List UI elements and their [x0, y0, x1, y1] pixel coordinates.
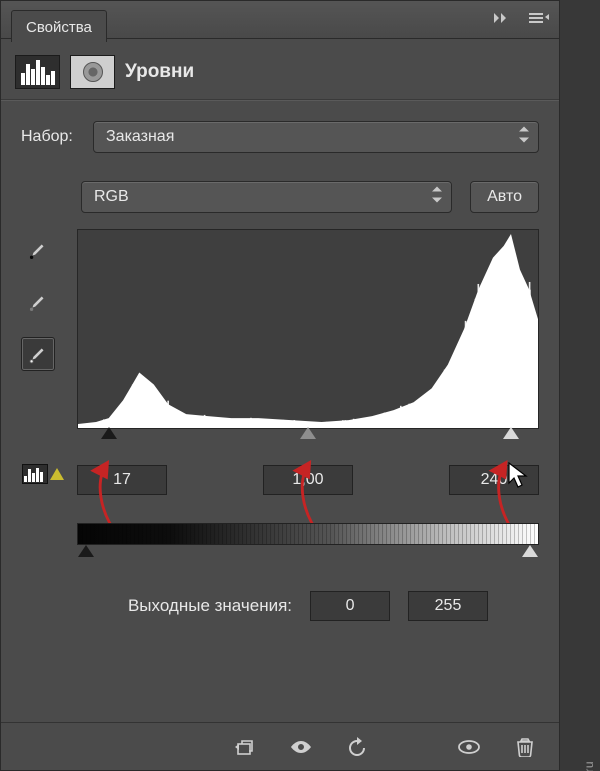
- output-gradient: [77, 523, 539, 545]
- output-black-handle[interactable]: [78, 545, 94, 557]
- panel-tab-properties[interactable]: Свойства: [11, 10, 107, 42]
- gamma-handle[interactable]: [300, 427, 316, 439]
- view-previous-state-icon[interactable]: [455, 733, 483, 761]
- gamma-input[interactable]: 1,00: [263, 465, 353, 495]
- panel-menu-icon[interactable]: [529, 10, 549, 29]
- input-slider-track[interactable]: [77, 427, 539, 443]
- channel-value: RGB: [94, 188, 129, 206]
- white-input[interactable]: 240: [449, 465, 539, 495]
- reset-icon[interactable]: [343, 733, 371, 761]
- black-point-handle[interactable]: [101, 427, 117, 439]
- trash-icon[interactable]: [511, 733, 539, 761]
- watermark: tulip-art.livemaster.ru: [582, 761, 596, 771]
- adjustment-title: Уровни: [125, 61, 194, 83]
- output-white-input[interactable]: 255: [408, 591, 488, 621]
- panel-footer: [1, 722, 559, 770]
- clip-to-layer-icon[interactable]: [231, 733, 259, 761]
- chevron-updown-icon: [431, 187, 443, 208]
- output-slider-track[interactable]: [77, 545, 539, 561]
- channel-select[interactable]: RGB: [81, 181, 452, 213]
- warning-icon: [50, 468, 64, 480]
- output-black-input[interactable]: 0: [310, 591, 390, 621]
- mask-thumb[interactable]: [70, 55, 115, 89]
- properties-panel: Свойства Уровни Набор: [0, 0, 560, 771]
- white-point-handle[interactable]: [503, 427, 519, 439]
- black-input[interactable]: 17: [77, 465, 167, 495]
- adjustment-title-row: Уровни: [1, 39, 559, 99]
- output-white-handle[interactable]: [522, 545, 538, 557]
- panel-header: Свойства: [1, 1, 559, 39]
- eyedropper-black[interactable]: [21, 233, 55, 267]
- toggle-visibility-icon[interactable]: [287, 733, 315, 761]
- levels-icon: [15, 55, 60, 89]
- eyedropper-white[interactable]: [21, 337, 55, 371]
- clip-histogram-icon: [22, 464, 48, 484]
- preset-label: Набор:: [21, 128, 81, 146]
- auto-button[interactable]: Авто: [470, 181, 539, 213]
- chevron-updown-icon: [518, 127, 530, 148]
- histogram: [77, 229, 539, 429]
- preset-value: Заказная: [106, 128, 174, 146]
- collapse-icon[interactable]: [493, 11, 511, 29]
- eyedropper-gray[interactable]: [21, 285, 55, 319]
- preset-select[interactable]: Заказная: [93, 121, 539, 153]
- output-label: Выходные значения:: [128, 596, 292, 616]
